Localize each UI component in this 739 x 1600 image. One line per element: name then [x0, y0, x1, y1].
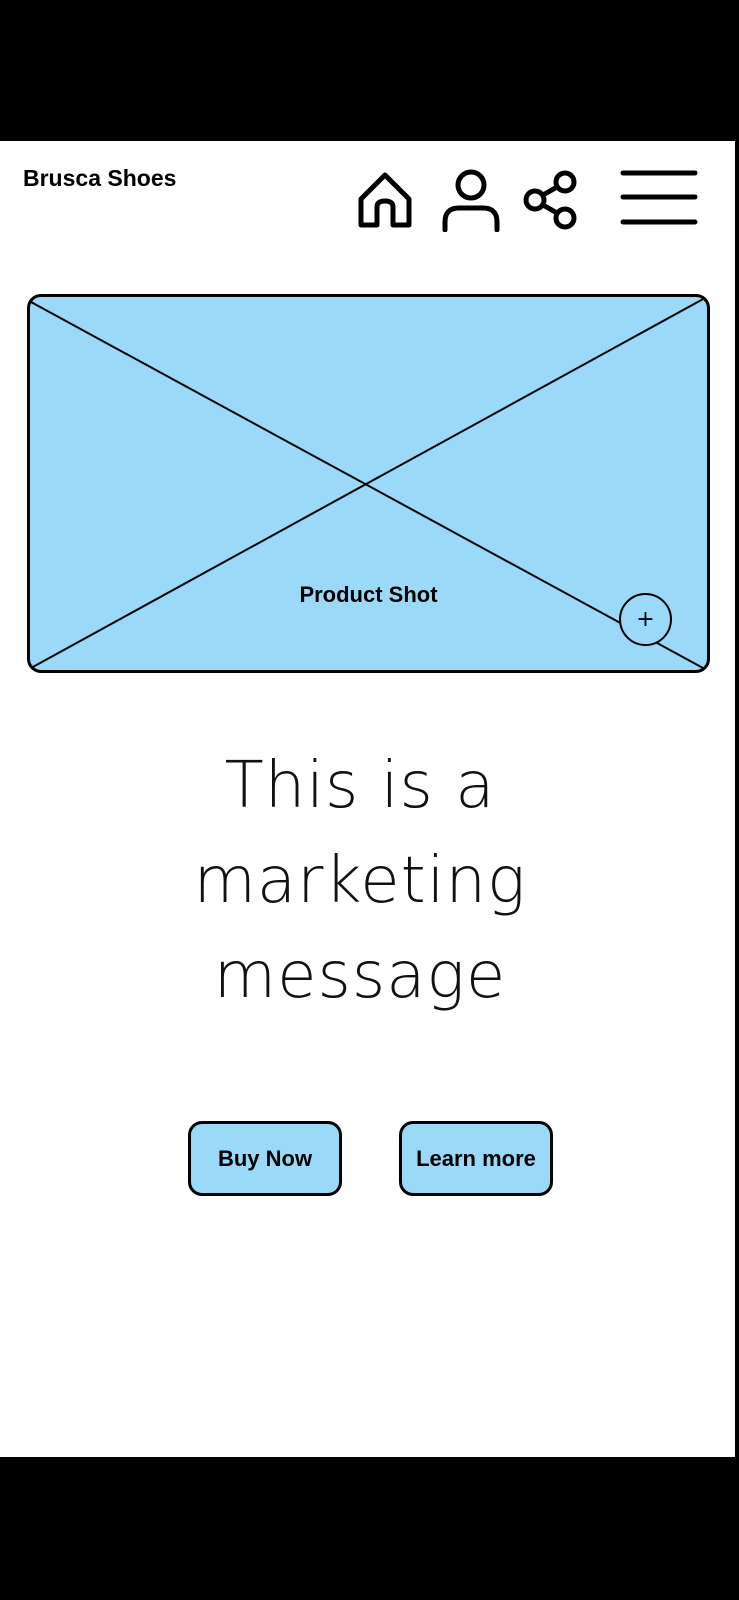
product-shot-label: Product Shot	[299, 582, 438, 607]
headline-line-1: This is a	[224, 749, 496, 823]
headline-line-3: message	[213, 939, 507, 1013]
learn-more-button[interactable]: Learn more	[399, 1121, 553, 1196]
user-icon[interactable]	[440, 168, 502, 232]
brand-name: Brusca Shoes	[23, 165, 177, 191]
marketing-headline: This is a marketing message	[0, 739, 720, 1024]
screen-edge	[735, 141, 737, 1457]
product-shot-placeholder: Product Shot +	[27, 294, 710, 673]
hamburger-menu-icon[interactable]	[620, 169, 698, 229]
zoom-button[interactable]: +	[619, 593, 672, 646]
navigation-bar-area	[0, 1457, 739, 1600]
app-screen: Brusca Shoes Product Shot + This is a ma…	[0, 141, 737, 1457]
buy-now-button[interactable]: Buy Now	[188, 1121, 342, 1196]
plus-icon: +	[636, 607, 655, 632]
home-icon[interactable]	[355, 169, 415, 231]
status-bar-area	[0, 0, 739, 141]
share-icon[interactable]	[522, 169, 582, 231]
placeholder-cross	[30, 297, 706, 669]
headline-line-2: marketing	[193, 844, 527, 918]
